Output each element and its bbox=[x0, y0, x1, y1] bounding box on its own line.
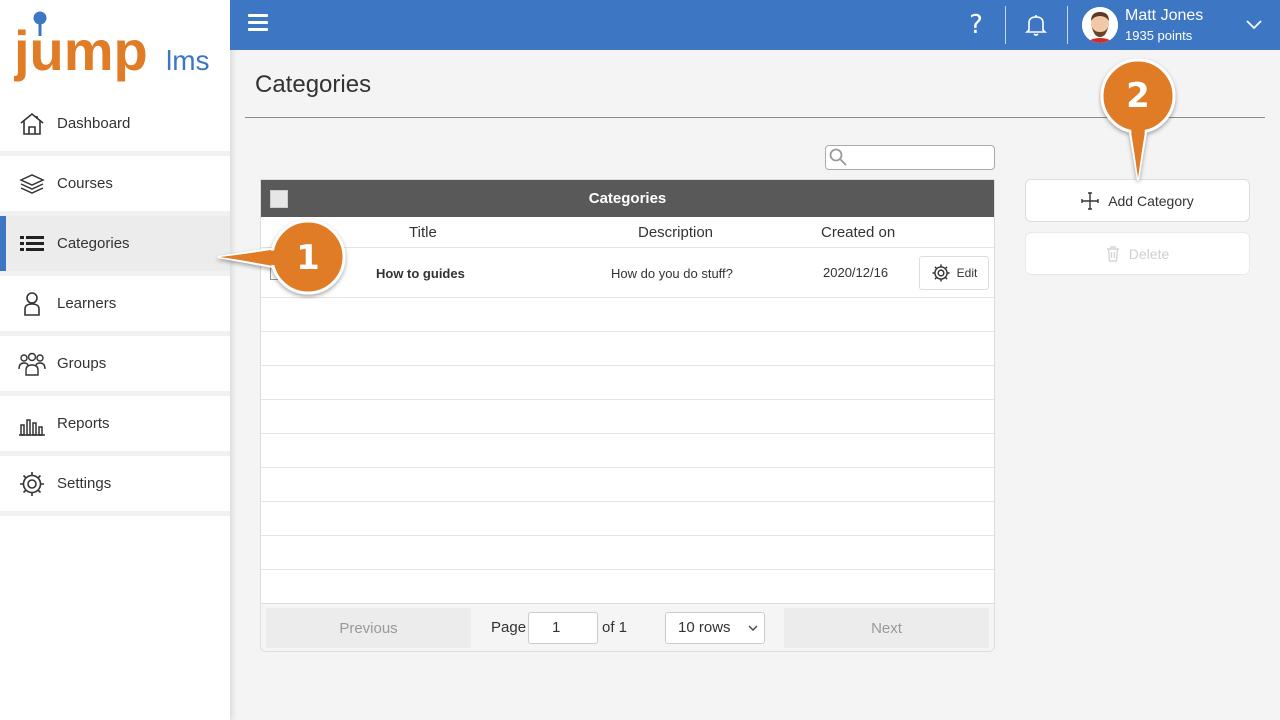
column-header-description[interactable]: Description bbox=[638, 224, 713, 241]
table-row[interactable]: How to guides How do you do stuff? 2020/… bbox=[261, 248, 994, 298]
user-name[interactable]: Matt Jones bbox=[1125, 7, 1203, 25]
page-count-label: of 1 bbox=[602, 619, 628, 636]
delete-label: Delete bbox=[1128, 245, 1170, 262]
delete-button[interactable]: Delete bbox=[1025, 232, 1250, 275]
sidebar-item-label: Settings bbox=[57, 475, 112, 492]
sidebar: jump lms Dashboard Courses Categories Le… bbox=[0, 0, 230, 720]
next-button[interactable]: Next bbox=[784, 608, 989, 648]
sidebar-item-label: Groups bbox=[57, 355, 107, 372]
sidebar-item-courses[interactable]: Courses bbox=[0, 156, 230, 216]
page-title: Categories bbox=[255, 71, 372, 98]
callout-marker-1: 1 bbox=[214, 217, 350, 299]
sidebar-item-label: Categories bbox=[57, 235, 130, 252]
list-icon bbox=[18, 230, 46, 258]
search-icon bbox=[829, 148, 847, 166]
hamburger-menu-icon[interactable] bbox=[248, 14, 274, 36]
chevron-down-icon[interactable] bbox=[1245, 17, 1263, 31]
grid-header-title: Categories bbox=[588, 190, 667, 207]
home-icon bbox=[18, 110, 46, 138]
sidebar-item-reports[interactable]: Reports bbox=[0, 396, 230, 456]
empty-row bbox=[261, 468, 994, 502]
callout-number: 2 bbox=[1126, 76, 1150, 116]
empty-row bbox=[261, 298, 994, 332]
sidebar-item-label: Dashboard bbox=[57, 115, 131, 132]
bar-chart-icon bbox=[18, 410, 46, 438]
gear-icon bbox=[18, 470, 46, 498]
trash-icon bbox=[1106, 245, 1119, 262]
empty-row bbox=[261, 570, 994, 604]
row-description: How do you do stuff? bbox=[611, 266, 733, 281]
empty-row bbox=[261, 434, 994, 468]
gear-icon bbox=[932, 264, 950, 282]
column-header-created-on[interactable]: Created on bbox=[821, 224, 895, 241]
empty-row bbox=[261, 366, 994, 400]
previous-button[interactable]: Previous bbox=[266, 608, 471, 648]
sidebar-item-label: Learners bbox=[57, 295, 117, 312]
add-category-label: Add Category bbox=[1108, 192, 1194, 209]
logo-sub-text: lms bbox=[166, 45, 210, 76]
sidebar-nav: Dashboard Courses Categories Learners Gr… bbox=[0, 96, 230, 516]
edit-label: Edit bbox=[956, 266, 978, 280]
grid-header: Categories bbox=[261, 180, 994, 217]
pagination: Previous Page 1 of 1 10 rows Next bbox=[261, 603, 994, 651]
divider bbox=[1005, 6, 1006, 44]
sidebar-item-learners[interactable]: Learners bbox=[0, 276, 230, 336]
books-icon bbox=[18, 170, 46, 198]
search-input[interactable] bbox=[825, 145, 995, 170]
sidebar-item-settings[interactable]: Settings bbox=[0, 456, 230, 516]
chevron-down-icon bbox=[748, 625, 758, 631]
add-category-button[interactable]: Add Category bbox=[1025, 179, 1250, 222]
edit-button[interactable]: Edit bbox=[919, 256, 989, 290]
user-points: 1935 points bbox=[1125, 28, 1193, 43]
plus-icon bbox=[1081, 191, 1099, 210]
categories-grid: Categories Title Description Created on … bbox=[260, 179, 995, 652]
rows-per-page-value: 10 rows bbox=[678, 619, 731, 636]
column-header-title[interactable]: Title bbox=[409, 224, 437, 241]
empty-row bbox=[261, 536, 994, 570]
row-created-on: 2020/12/16 bbox=[823, 265, 889, 280]
empty-row bbox=[261, 332, 994, 366]
callout-marker-2: 2 bbox=[1098, 58, 1180, 184]
page-label: Page bbox=[491, 619, 527, 636]
avatar[interactable] bbox=[1082, 7, 1118, 43]
help-icon[interactable]: ? bbox=[963, 9, 989, 41]
sidebar-item-groups[interactable]: Groups bbox=[0, 336, 230, 396]
divider bbox=[1067, 6, 1068, 44]
jumplms-logo[interactable]: jump lms bbox=[14, 10, 219, 90]
callout-number: 1 bbox=[296, 238, 320, 278]
sidebar-item-label: Courses bbox=[57, 175, 113, 192]
logo-main-text: jump bbox=[14, 19, 148, 82]
empty-row bbox=[261, 400, 994, 434]
bell-icon[interactable] bbox=[1025, 13, 1047, 37]
sidebar-item-label: Reports bbox=[57, 415, 110, 432]
column-headers: Title Description Created on bbox=[261, 217, 994, 248]
person-icon bbox=[18, 290, 46, 318]
page-number-input[interactable]: 1 bbox=[528, 612, 598, 644]
top-bar: ? Matt Jones 1935 points bbox=[230, 0, 1280, 50]
sidebar-item-dashboard[interactable]: Dashboard bbox=[0, 96, 230, 156]
group-icon bbox=[18, 350, 46, 378]
empty-row bbox=[261, 502, 994, 536]
sidebar-item-categories[interactable]: Categories bbox=[0, 216, 230, 276]
row-title: How to guides bbox=[376, 266, 465, 281]
rows-per-page-select[interactable]: 10 rows bbox=[665, 612, 765, 644]
